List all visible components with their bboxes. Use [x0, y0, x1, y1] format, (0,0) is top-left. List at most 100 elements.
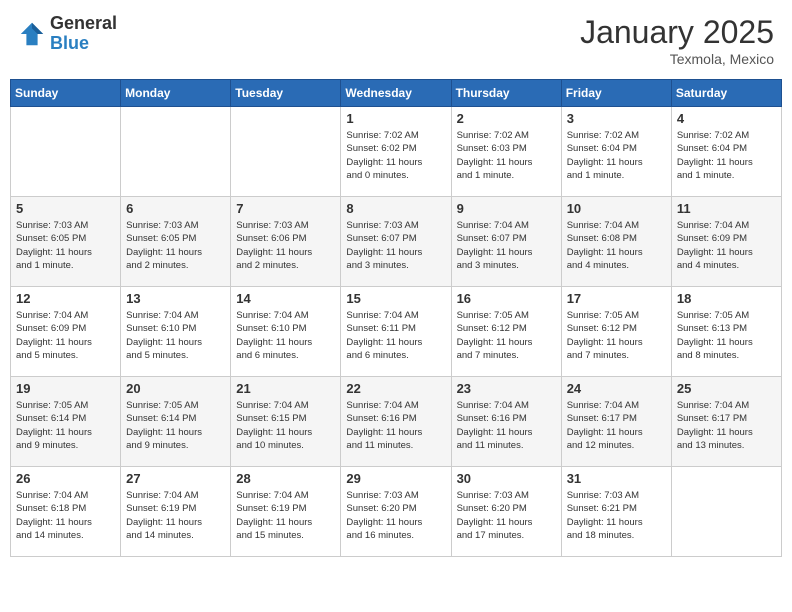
page-header: General Blue January 2025 Texmola, Mexic…: [10, 10, 782, 71]
logo: General Blue: [18, 14, 117, 54]
day-number: 20: [126, 381, 225, 396]
day-info: Sunrise: 7:05 AM Sunset: 6:14 PM Dayligh…: [126, 399, 225, 452]
day-number: 14: [236, 291, 335, 306]
day-info: Sunrise: 7:04 AM Sunset: 6:16 PM Dayligh…: [346, 399, 445, 452]
day-info: Sunrise: 7:03 AM Sunset: 6:05 PM Dayligh…: [126, 219, 225, 272]
day-number: 11: [677, 201, 776, 216]
day-number: 6: [126, 201, 225, 216]
day-number: 15: [346, 291, 445, 306]
logo-blue-text: Blue: [50, 33, 89, 53]
day-number: 17: [567, 291, 666, 306]
calendar-cell: 4Sunrise: 7:02 AM Sunset: 6:04 PM Daylig…: [671, 107, 781, 197]
calendar-cell: 19 Sunrise: 7:05 AM Sunset: 6:14 PM Dayli…: [11, 377, 121, 467]
day-info: Sunrise: 7:05 AM Sunset: 6:13 PM Dayligh…: [677, 309, 776, 362]
calendar-cell: 21 Sunrise: 7:04 AM Sunset: 6:15 PM Dayli…: [231, 377, 341, 467]
calendar-cell: 14 Sunrise: 7:04 AM Sunset: 6:10 PM Dayli…: [231, 287, 341, 377]
day-info: Sunrise: 7:03 AM Sunset: 6:05 PM Dayligh…: [16, 219, 115, 272]
day-number: 31: [567, 471, 666, 486]
day-info: Sunrise: 7:04 AM Sunset: 6:10 PM Dayligh…: [126, 309, 225, 362]
calendar-cell: 8 Sunrise: 7:03 AM Sunset: 6:07 PM Daylig…: [341, 197, 451, 287]
calendar-cell: 27Sunrise: 7:04 AM Sunset: 6:19 PM Dayli…: [121, 467, 231, 557]
day-of-week-header: Sunday: [11, 80, 121, 107]
calendar-cell: 15 Sunrise: 7:04 AM Sunset: 6:11 PM Dayli…: [341, 287, 451, 377]
logo-general-text: General: [50, 13, 117, 33]
logo-text: General Blue: [50, 14, 117, 54]
day-info: Sunrise: 7:04 AM Sunset: 6:18 PM Dayligh…: [16, 489, 115, 542]
day-info: Sunrise: 7:05 AM Sunset: 6:12 PM Dayligh…: [457, 309, 556, 362]
day-of-week-header: Thursday: [451, 80, 561, 107]
day-info: Sunrise: 7:04 AM Sunset: 6:09 PM Dayligh…: [16, 309, 115, 362]
calendar-week-row: 5 Sunrise: 7:03 AM Sunset: 6:05 PM Daylig…: [11, 197, 782, 287]
calendar-cell: 2Sunrise: 7:02 AM Sunset: 6:03 PM Daylig…: [451, 107, 561, 197]
day-info: Sunrise: 7:04 AM Sunset: 6:19 PM Dayligh…: [236, 489, 335, 542]
day-of-week-header: Friday: [561, 80, 671, 107]
calendar-header: SundayMondayTuesdayWednesdayThursdayFrid…: [11, 80, 782, 107]
calendar-week-row: 1 Sunrise: 7:02 AM Sunset: 6:02 PM Daylig…: [11, 107, 782, 197]
day-number: 1: [346, 111, 445, 126]
calendar-cell: 24 Sunrise: 7:04 AM Sunset: 6:17 PM Dayli…: [561, 377, 671, 467]
day-info: Sunrise: 7:02 AM Sunset: 6:04 PM Dayligh…: [567, 129, 666, 182]
day-number: 5: [16, 201, 115, 216]
calendar-cell: 11Sunrise: 7:04 AM Sunset: 6:09 PM Dayli…: [671, 197, 781, 287]
day-number: 19: [16, 381, 115, 396]
calendar-cell: [671, 467, 781, 557]
calendar-week-row: 26 Sunrise: 7:04 AM Sunset: 6:18 PM Dayli…: [11, 467, 782, 557]
day-number: 29: [346, 471, 445, 486]
day-number: 18: [677, 291, 776, 306]
day-info: Sunrise: 7:03 AM Sunset: 6:20 PM Dayligh…: [457, 489, 556, 542]
day-info: Sunrise: 7:04 AM Sunset: 6:17 PM Dayligh…: [567, 399, 666, 452]
calendar-cell: 23Sunrise: 7:04 AM Sunset: 6:16 PM Dayli…: [451, 377, 561, 467]
day-info: Sunrise: 7:02 AM Sunset: 6:03 PM Dayligh…: [457, 129, 556, 182]
day-info: Sunrise: 7:04 AM Sunset: 6:07 PM Dayligh…: [457, 219, 556, 272]
day-of-week-header: Tuesday: [231, 80, 341, 107]
calendar-cell: 10 Sunrise: 7:04 AM Sunset: 6:08 PM Dayli…: [561, 197, 671, 287]
calendar-cell: 18 Sunrise: 7:05 AM Sunset: 6:13 PM Dayli…: [671, 287, 781, 377]
calendar-cell: 31 Sunrise: 7:03 AM Sunset: 6:21 PM Dayli…: [561, 467, 671, 557]
day-number: 16: [457, 291, 556, 306]
day-info: Sunrise: 7:02 AM Sunset: 6:02 PM Dayligh…: [346, 129, 445, 182]
day-number: 13: [126, 291, 225, 306]
calendar-body: 1 Sunrise: 7:02 AM Sunset: 6:02 PM Daylig…: [11, 107, 782, 557]
title-block: January 2025 Texmola, Mexico: [580, 14, 774, 67]
day-info: Sunrise: 7:03 AM Sunset: 6:07 PM Dayligh…: [346, 219, 445, 272]
day-number: 27: [126, 471, 225, 486]
day-number: 4: [677, 111, 776, 126]
calendar-cell: 22Sunrise: 7:04 AM Sunset: 6:16 PM Dayli…: [341, 377, 451, 467]
calendar-table: SundayMondayTuesdayWednesdayThursdayFrid…: [10, 79, 782, 557]
day-number: 25: [677, 381, 776, 396]
day-info: Sunrise: 7:03 AM Sunset: 6:21 PM Dayligh…: [567, 489, 666, 542]
calendar-cell: 17 Sunrise: 7:05 AM Sunset: 6:12 PM Dayli…: [561, 287, 671, 377]
day-number: 9: [457, 201, 556, 216]
calendar-cell: 7Sunrise: 7:03 AM Sunset: 6:06 PM Daylig…: [231, 197, 341, 287]
location: Texmola, Mexico: [580, 51, 774, 67]
day-info: Sunrise: 7:03 AM Sunset: 6:20 PM Dayligh…: [346, 489, 445, 542]
day-number: 12: [16, 291, 115, 306]
day-info: Sunrise: 7:04 AM Sunset: 6:11 PM Dayligh…: [346, 309, 445, 362]
calendar-cell: 5 Sunrise: 7:03 AM Sunset: 6:05 PM Daylig…: [11, 197, 121, 287]
day-number: 21: [236, 381, 335, 396]
calendar-cell: 3 Sunrise: 7:02 AM Sunset: 6:04 PM Daylig…: [561, 107, 671, 197]
calendar-cell: 29 Sunrise: 7:03 AM Sunset: 6:20 PM Dayli…: [341, 467, 451, 557]
day-info: Sunrise: 7:05 AM Sunset: 6:14 PM Dayligh…: [16, 399, 115, 452]
calendar-cell: [11, 107, 121, 197]
calendar-week-row: 19 Sunrise: 7:05 AM Sunset: 6:14 PM Dayli…: [11, 377, 782, 467]
day-info: Sunrise: 7:04 AM Sunset: 6:15 PM Dayligh…: [236, 399, 335, 452]
month-title: January 2025: [580, 14, 774, 51]
calendar-cell: 12 Sunrise: 7:04 AM Sunset: 6:09 PM Dayli…: [11, 287, 121, 377]
calendar-week-row: 12 Sunrise: 7:04 AM Sunset: 6:09 PM Dayli…: [11, 287, 782, 377]
day-number: 7: [236, 201, 335, 216]
day-number: 10: [567, 201, 666, 216]
day-info: Sunrise: 7:04 AM Sunset: 6:10 PM Dayligh…: [236, 309, 335, 362]
day-number: 3: [567, 111, 666, 126]
calendar-cell: 1 Sunrise: 7:02 AM Sunset: 6:02 PM Daylig…: [341, 107, 451, 197]
calendar-cell: 20 Sunrise: 7:05 AM Sunset: 6:14 PM Dayli…: [121, 377, 231, 467]
day-number: 26: [16, 471, 115, 486]
day-of-week-header: Monday: [121, 80, 231, 107]
day-info: Sunrise: 7:04 AM Sunset: 6:08 PM Dayligh…: [567, 219, 666, 272]
calendar-cell: [121, 107, 231, 197]
day-of-week-header: Wednesday: [341, 80, 451, 107]
day-number: 8: [346, 201, 445, 216]
day-info: Sunrise: 7:05 AM Sunset: 6:12 PM Dayligh…: [567, 309, 666, 362]
calendar-cell: 28Sunrise: 7:04 AM Sunset: 6:19 PM Dayli…: [231, 467, 341, 557]
day-number: 24: [567, 381, 666, 396]
